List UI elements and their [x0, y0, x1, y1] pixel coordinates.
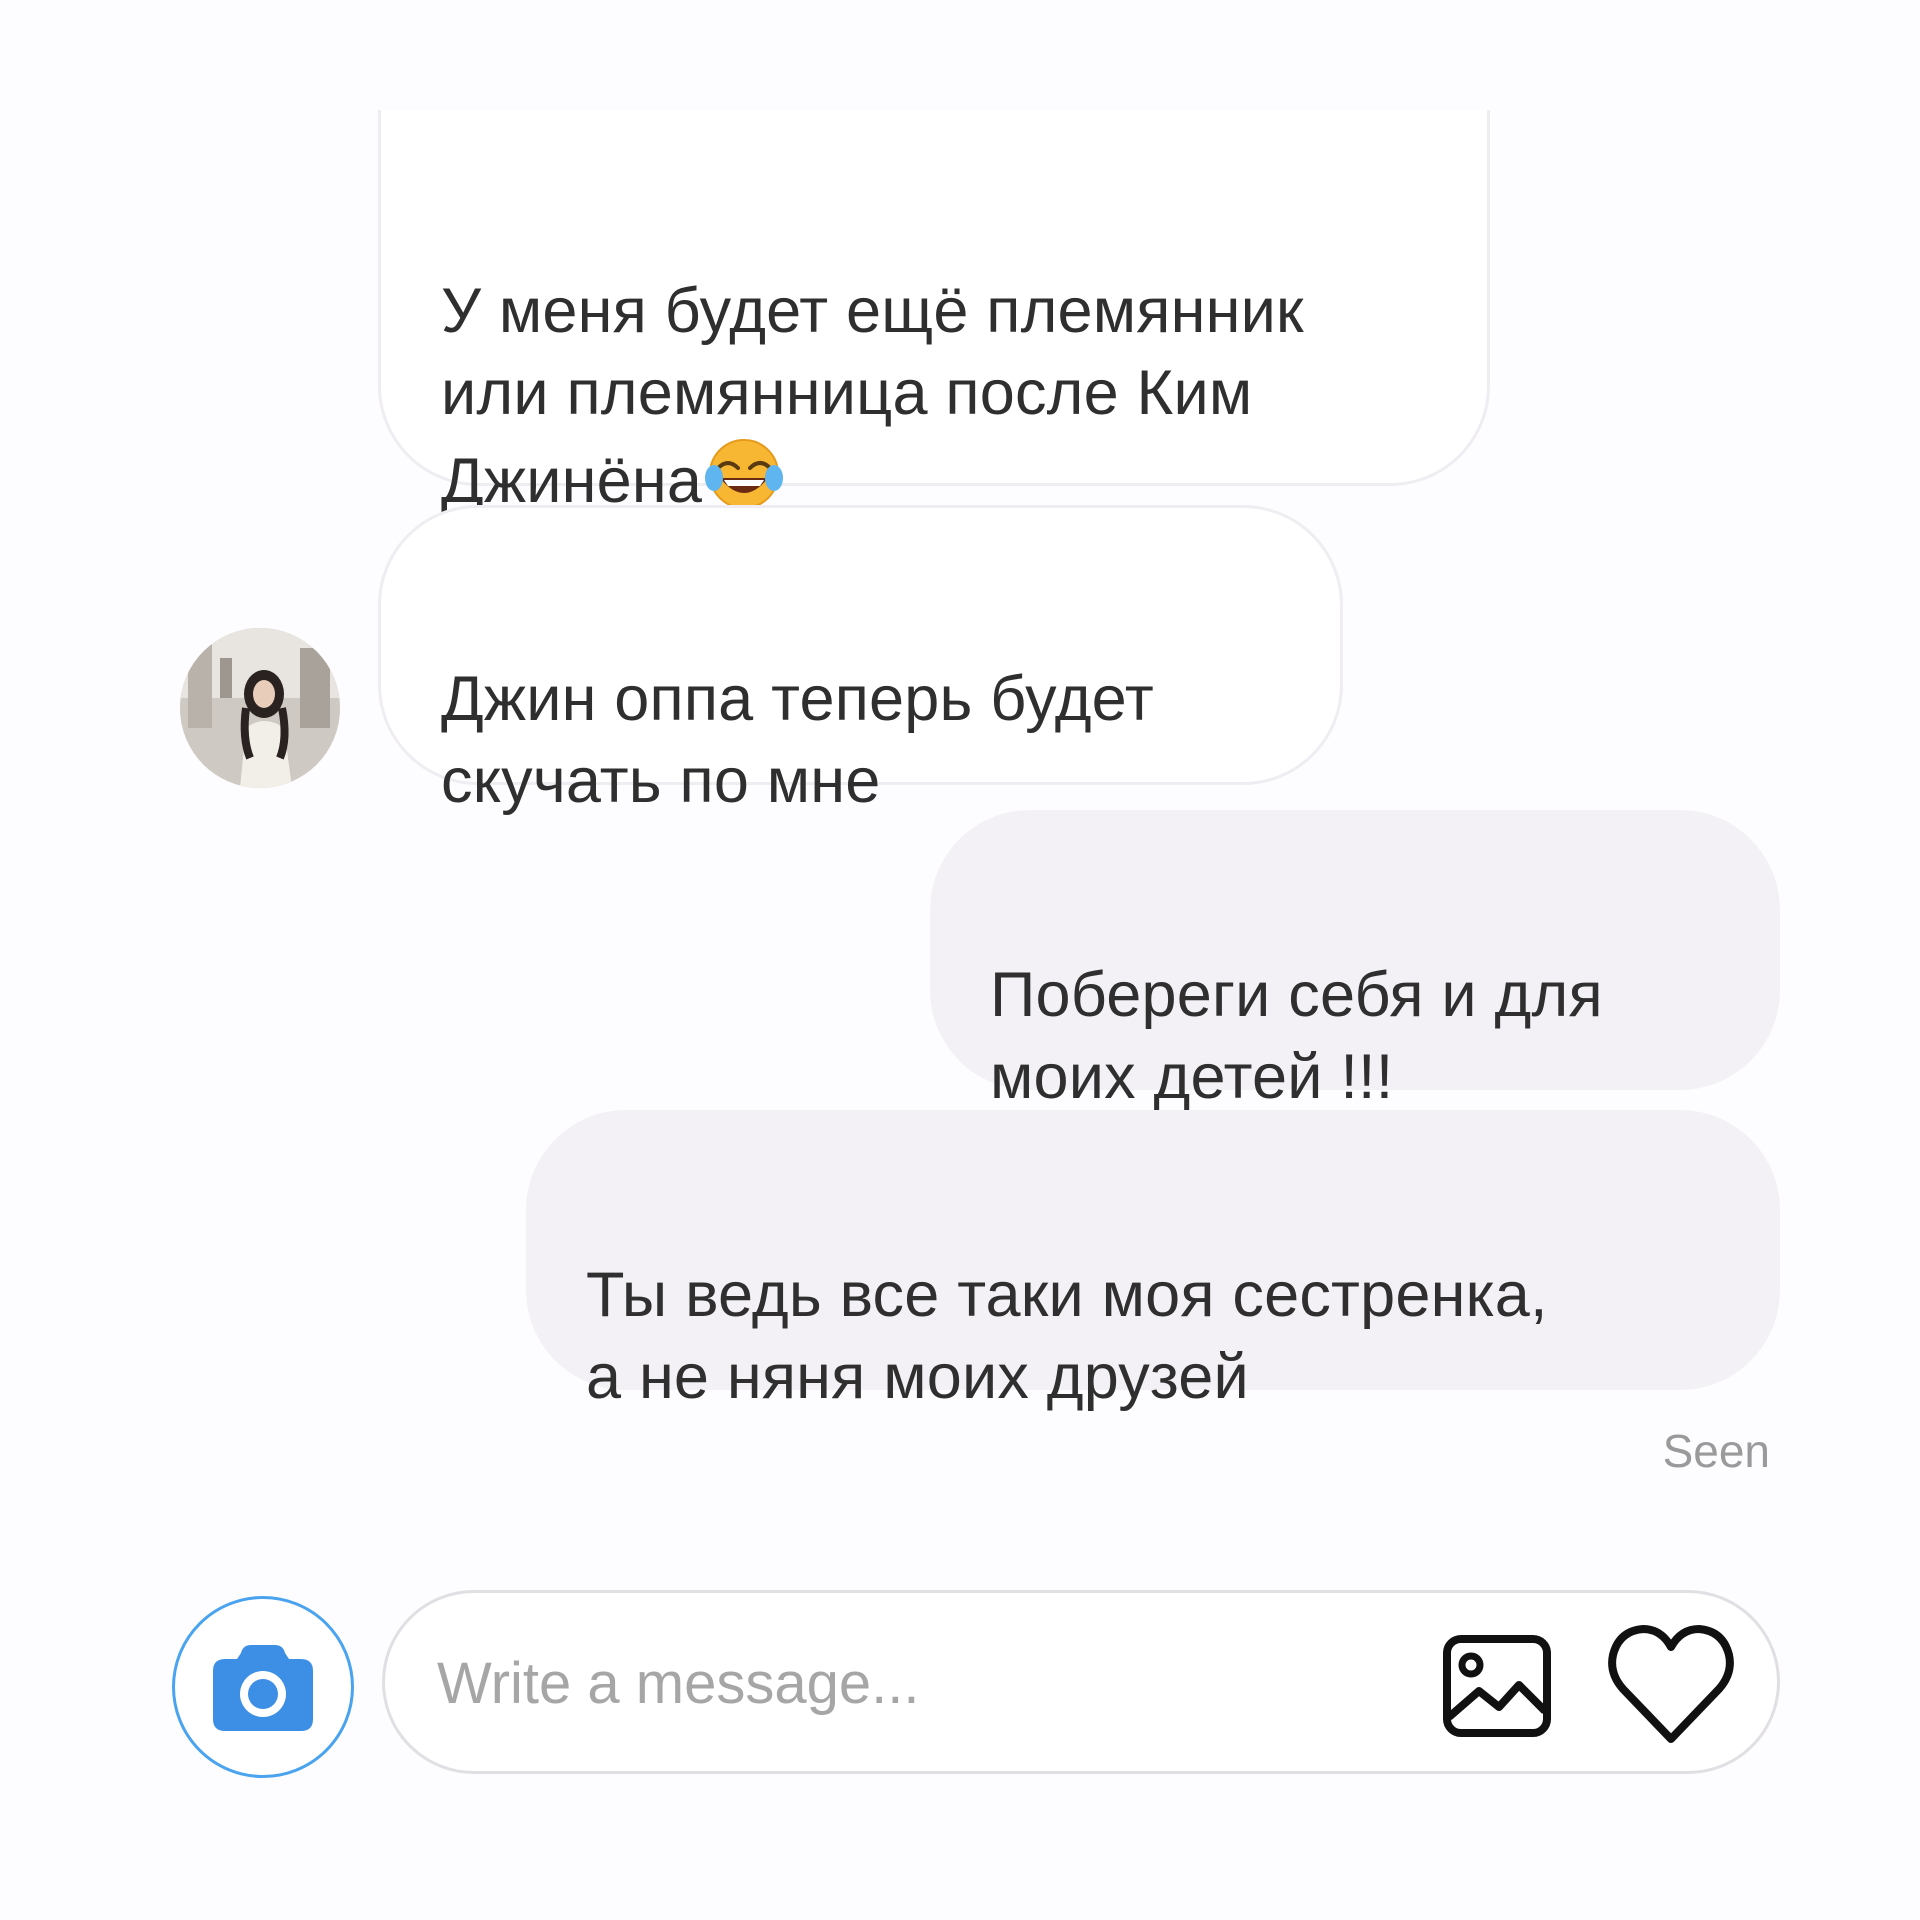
- heart-icon: [1608, 1625, 1734, 1743]
- message-input[interactable]: [437, 1633, 1357, 1733]
- like-button[interactable]: [1605, 1623, 1737, 1747]
- message-text: Ты ведь все таки моя сестренка, а не нян…: [586, 1260, 1548, 1412]
- message-text: Джин оппа теперь будет скучать по мне: [441, 664, 1154, 816]
- message-bubble-outgoing[interactable]: Ты ведь все таки моя сестренка, а не нян…: [526, 1110, 1780, 1412]
- message-bubble-incoming[interactable]: У меня будет ещё племянник или племянниц…: [378, 110, 1490, 516]
- chat-screen: У меня будет ещё племянник или племянниц…: [0, 0, 1920, 1920]
- gallery-button[interactable]: [1441, 1633, 1553, 1739]
- message-text: Побереги себя и для моих детей !!!: [990, 960, 1603, 1112]
- camera-button[interactable]: [172, 1596, 354, 1778]
- message-bubble-incoming[interactable]: Джин оппа теперь будет скучать по мне: [378, 505, 1343, 816]
- avatar[interactable]: [180, 628, 340, 788]
- laughing-tears-emoji-icon: [704, 434, 784, 514]
- gallery-icon: [1443, 1635, 1551, 1737]
- seen-status: Seen: [1662, 1425, 1770, 1477]
- camera-icon: [213, 1645, 313, 1731]
- message-composer: [382, 1590, 1780, 1774]
- message-text: У меня будет ещё племянник или племянниц…: [441, 276, 1304, 516]
- message-bubble-outgoing[interactable]: Побереги себя и для моих детей !!!: [930, 810, 1780, 1112]
